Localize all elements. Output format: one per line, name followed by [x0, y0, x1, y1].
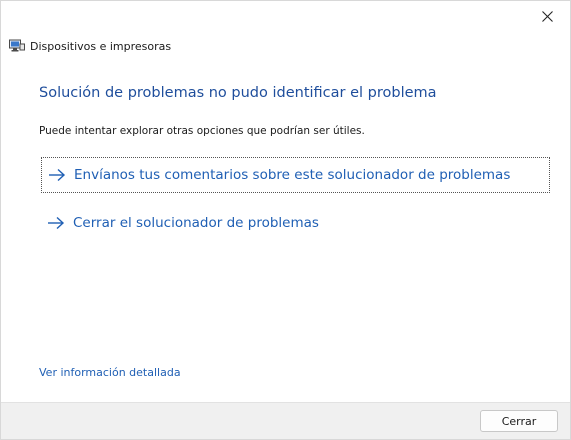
send-feedback-label: Envíanos tus comentarios sobre este solu… [74, 167, 511, 183]
close-troubleshooter-label: Cerrar el solucionador de problemas [73, 215, 319, 231]
close-troubleshooter-option[interactable]: Cerrar el solucionador de problemas [41, 205, 550, 241]
devices-printers-icon [9, 39, 25, 52]
window-title-bar: Dispositivos e impresoras [9, 37, 171, 55]
send-feedback-option[interactable]: Envíanos tus comentarios sobre este solu… [41, 157, 550, 193]
close-button[interactable] [524, 1, 570, 31]
window-title: Dispositivos e impresoras [30, 39, 172, 53]
cancel-button[interactable]: Cerrar [480, 410, 558, 432]
description-text: Puede intentar explorar otras opciones q… [39, 125, 365, 137]
arrow-right-icon [48, 216, 65, 230]
footer-bar: Cerrar [1, 402, 570, 439]
troubleshooter-window: Dispositivos e impresoras Solución de pr… [0, 0, 571, 440]
close-icon [541, 10, 553, 22]
page-title: Solución de problemas no pudo identifica… [39, 85, 437, 101]
arrow-right-icon [49, 168, 66, 182]
view-details-link[interactable]: Ver información detallada [39, 366, 181, 379]
